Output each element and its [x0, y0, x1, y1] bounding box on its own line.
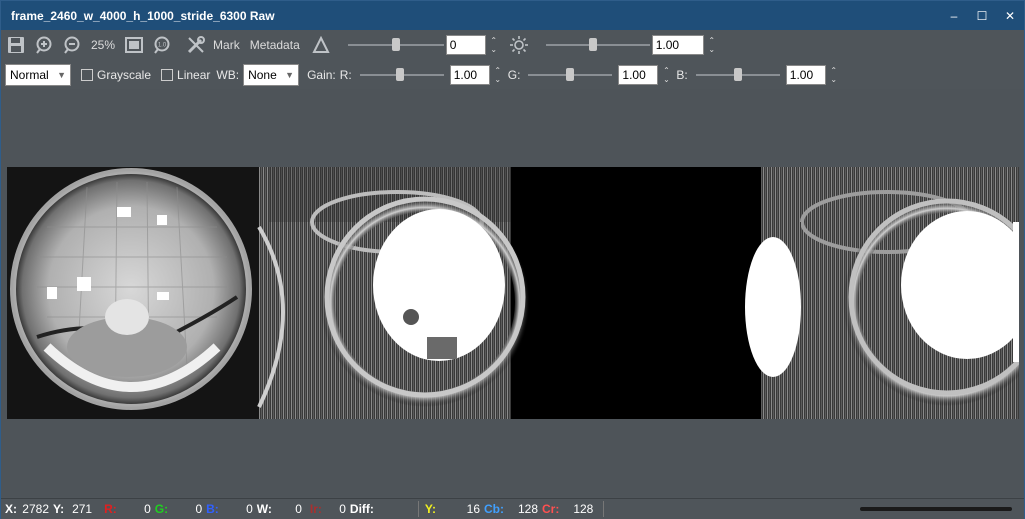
fit-window-icon[interactable]: [121, 32, 147, 58]
maximize-button[interactable]: ☐: [968, 1, 996, 30]
status-yy-label: Y:: [424, 502, 437, 516]
status-divider: [417, 501, 419, 517]
status-bar: X: 2782 Y: 271 R: 0 G: 0 B: 0 W: 0 Ir: 0…: [1, 498, 1024, 519]
gain-g-input[interactable]: [618, 64, 659, 85]
gain-r-slider[interactable]: [359, 67, 444, 83]
status-y-label: Y:: [53, 502, 65, 516]
app-window: frame_2460_w_4000_h_1000_stride_6300 Raw…: [0, 0, 1025, 519]
display-mode-value: Normal: [10, 67, 49, 82]
image-canvas[interactable]: [1, 89, 1024, 497]
linear-label: Linear: [177, 67, 211, 82]
status-x-value: 2782: [22, 502, 49, 516]
gain-g-slider[interactable]: [528, 67, 613, 83]
brightness-spinner[interactable]: ⌃ ⌄: [706, 34, 718, 56]
brightness-slider[interactable]: [545, 37, 650, 53]
close-button[interactable]: ✕: [996, 1, 1024, 30]
gain-r-input[interactable]: [449, 64, 490, 85]
status-r-value: 0: [144, 502, 151, 516]
status-cb-label: Cb:: [484, 502, 505, 516]
gain-r-spinner[interactable]: ⌃ ⌄: [492, 64, 504, 86]
gain-b-slider[interactable]: [695, 67, 780, 83]
mark-button[interactable]: Mark: [213, 38, 240, 52]
grayscale-label: Grayscale: [97, 67, 152, 82]
exposure-slider[interactable]: [347, 37, 444, 53]
status-yy-value: 16: [466, 502, 481, 516]
status-g-label: G:: [154, 502, 169, 516]
exposure-icon: [308, 32, 334, 58]
chevron-down-icon: ▼: [285, 69, 295, 80]
status-b-label: B:: [206, 502, 219, 516]
gain-b-input[interactable]: [785, 64, 826, 85]
svg-text:1.0: 1.0: [158, 43, 167, 49]
gain-r-label: R:: [339, 67, 352, 82]
status-ir-value: 0: [339, 502, 346, 516]
status-w-value: 0: [295, 502, 302, 516]
exposure-spinner[interactable]: ⌃ ⌄: [488, 34, 500, 56]
zoom-out-icon[interactable]: [59, 32, 85, 58]
white-balance-value: None: [248, 67, 277, 82]
metadata-button[interactable]: Metadata: [250, 38, 300, 52]
linear-checkbox[interactable]: [161, 68, 174, 81]
adjustment-toolbar: Normal ▼ Grayscale Linear WB: None ▼ Gai…: [1, 60, 999, 89]
tools-icon[interactable]: [183, 32, 209, 58]
chevron-down-icon: ▼: [57, 69, 66, 80]
grayscale-checkbox[interactable]: [81, 68, 93, 81]
gain-label: Gain:: [307, 67, 336, 82]
zoom-level: 25%: [91, 38, 116, 52]
exposure-input[interactable]: [445, 35, 486, 55]
title-bar: frame_2460_w_4000_h_1000_stride_6300 Raw…: [1, 1, 1024, 30]
progress-bar: [860, 507, 1012, 511]
minimize-button[interactable]: –: [940, 1, 968, 30]
wb-label: WB:: [216, 67, 240, 82]
zoom-in-icon[interactable]: [31, 32, 57, 58]
status-cr-label: Cr:: [542, 502, 560, 516]
brightness-input[interactable]: [651, 35, 704, 55]
status-ir-label: Ir:: [309, 502, 322, 516]
status-g-value: 0: [195, 502, 203, 516]
raw-image-view[interactable]: [7, 167, 1019, 419]
display-mode-select[interactable]: Normal ▼: [5, 63, 71, 86]
status-b-value: 0: [246, 502, 253, 516]
status-diff-label: Diff:: [349, 502, 374, 516]
status-r-label: R:: [104, 502, 117, 516]
window-title: frame_2460_w_4000_h_1000_stride_6300 Raw: [11, 8, 275, 23]
raw-frame-image: [7, 167, 1019, 419]
status-x-label: X:: [5, 502, 17, 516]
actual-size-icon[interactable]: 1.0: [149, 32, 175, 58]
brightness-icon: [506, 32, 532, 58]
gain-b-spinner[interactable]: ⌃ ⌄: [828, 64, 840, 86]
gain-b-label: B:: [676, 67, 688, 82]
status-cb-value: 128: [517, 502, 539, 516]
status-y-value: 271: [72, 502, 93, 516]
gain-g-label: G:: [507, 67, 521, 82]
gain-g-spinner[interactable]: ⌃ ⌄: [660, 64, 672, 86]
status-cr-value: 128: [573, 502, 594, 516]
save-icon[interactable]: [3, 32, 29, 58]
white-balance-select[interactable]: None ▼: [243, 63, 300, 86]
main-toolbar: 25% 1.0 Mark Metadata ⌃⌄ ⌃⌄: [1, 30, 1024, 60]
status-divider: [603, 501, 605, 517]
status-w-label: W:: [256, 502, 272, 516]
